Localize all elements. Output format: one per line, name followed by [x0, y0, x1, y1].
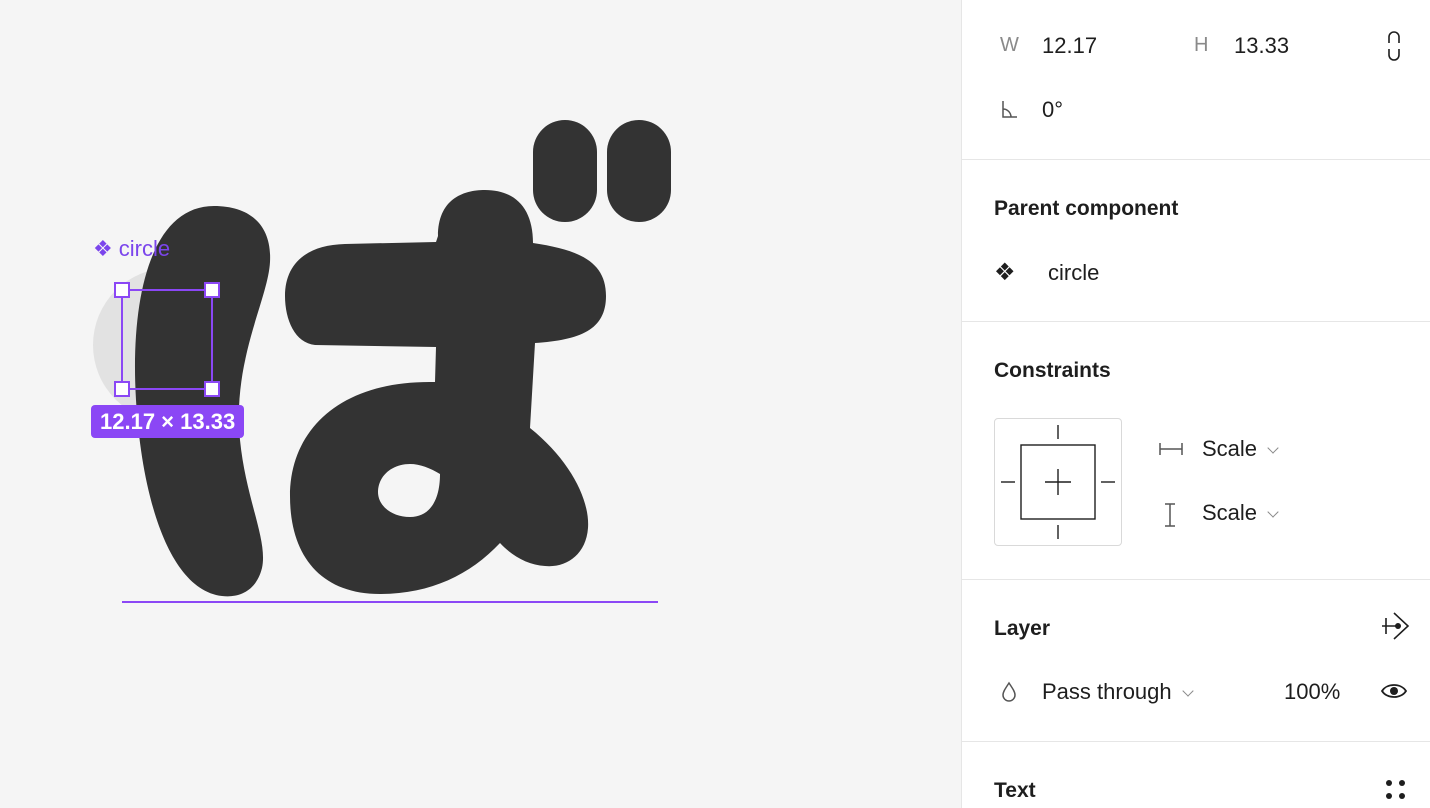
width-input[interactable]: 12.17: [1042, 33, 1097, 59]
blend-mode-value: Pass through: [1042, 679, 1172, 704]
constrain-proportions-icon[interactable]: [1386, 30, 1402, 62]
opacity-input[interactable]: 100%: [1284, 679, 1340, 705]
properties-panel: W 12.17 H 13.33 0° Parent component ❖ ci…: [961, 0, 1430, 808]
component-name-label[interactable]: ❖ circle: [93, 236, 170, 262]
blend-mode-dropdown[interactable]: Pass through: [1042, 679, 1194, 705]
component-icon: ❖: [994, 259, 1016, 286]
chevron-down-icon: [1181, 685, 1194, 697]
horizontal-constraint-value: Scale: [1202, 436, 1258, 461]
chevron-down-icon: [1267, 442, 1279, 454]
width-label: W: [1000, 34, 1019, 56]
text-heading: Text: [994, 779, 1036, 802]
component-icon: ❖: [93, 236, 113, 261]
eye-icon[interactable]: [1380, 680, 1408, 702]
rotation-input[interactable]: 0°: [1042, 97, 1063, 123]
height-input[interactable]: 13.33: [1234, 33, 1289, 59]
parent-component-heading: Parent component: [994, 197, 1179, 220]
glyph-artwork[interactable]: [0, 0, 961, 808]
dakuten-right: [607, 120, 671, 222]
constraints-heading: Constraints: [994, 359, 1111, 382]
resize-handle-bottom-left[interactable]: [114, 381, 130, 397]
component-name: circle: [118, 236, 171, 261]
height-label: H: [1194, 34, 1209, 56]
layer-section: Layer Pass through 100%: [962, 580, 1430, 742]
rotation-icon: [1002, 101, 1017, 118]
resize-handle-top-left[interactable]: [114, 282, 130, 298]
constraints-section: Constraints Scale Scale: [962, 322, 1430, 580]
go-to-main-icon[interactable]: [1376, 610, 1412, 642]
resize-handle-bottom-right[interactable]: [204, 381, 220, 397]
vertical-constraint-dropdown[interactable]: Scale: [1202, 500, 1279, 526]
resize-handle-top-right[interactable]: [204, 282, 220, 298]
glyph-left-stroke: [134, 206, 271, 597]
blend-mode-icon: [1002, 681, 1016, 702]
text-options-icon[interactable]: [1384, 778, 1408, 802]
constraint-widget[interactable]: [994, 418, 1122, 546]
layer-heading: Layer: [994, 617, 1051, 640]
parent-component-section: Parent component ❖ circle: [962, 160, 1430, 322]
vertical-constraint-value: Scale: [1202, 500, 1258, 525]
glyph-main-stroke: [285, 190, 606, 594]
dimension-badge: 12.17 × 13.33: [91, 405, 245, 438]
text-section: Text: [962, 742, 1430, 808]
design-canvas[interactable]: ❖ circle 12.17 × 13.33: [0, 0, 961, 808]
dakuten-left: [533, 120, 597, 222]
horizontal-constraint-dropdown[interactable]: Scale: [1202, 436, 1279, 462]
chevron-down-icon: [1267, 506, 1279, 518]
dimensions-section: W 12.17 H 13.33 0°: [962, 0, 1430, 160]
vertical-constraint-icon: [1165, 503, 1175, 527]
horizontal-constraint-icon: [1159, 443, 1183, 455]
parent-component-name[interactable]: circle: [1048, 260, 1099, 286]
